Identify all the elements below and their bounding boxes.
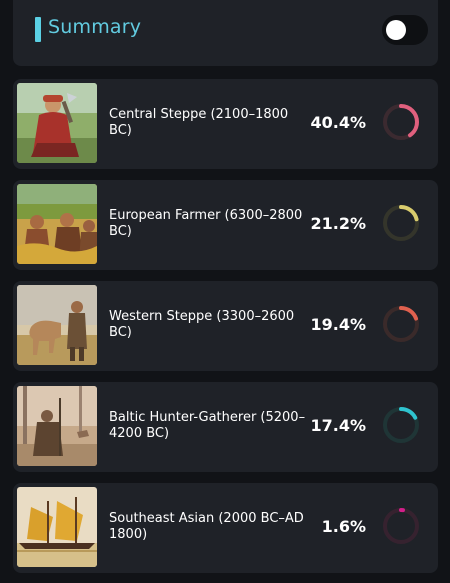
ancestry-row-baltic-hunter-gatherer[interactable]: Baltic Hunter-Gatherer (5200–4200 BC) 17… — [13, 382, 438, 472]
horseman-icon — [17, 285, 97, 365]
donut-track — [383, 508, 419, 544]
summary-title: Summary — [48, 16, 142, 38]
percentage-donut — [381, 405, 421, 445]
farmers-icon — [17, 184, 97, 264]
row-percent: 40.4% — [310, 113, 366, 132]
row-label: Western Steppe (3300–2600 BC) — [109, 309, 295, 340]
toggle-knob — [386, 20, 406, 40]
ancestry-row-southeast-asian[interactable]: Southeast Asian (2000 BC–AD 1800) 1.6% — [13, 483, 438, 573]
steppe-woman-icon — [17, 83, 97, 163]
row-percent: 21.2% — [310, 214, 366, 233]
summary-toggle[interactable] — [382, 15, 428, 45]
ancestry-row-western-steppe[interactable]: Western Steppe (3300–2600 BC) 19.4% — [13, 281, 438, 371]
row-label: Southeast Asian (2000 BC–AD 1800) — [109, 511, 304, 542]
row-percent: 1.6% — [321, 517, 366, 536]
percentage-donut — [381, 304, 421, 344]
row-percent: 17.4% — [310, 416, 366, 435]
row-label: European Farmer (6300–2800 BC) — [109, 208, 303, 239]
summary-header: Summary — [13, 0, 438, 66]
row-label: Central Steppe (2100–1800 BC) — [109, 107, 289, 138]
sailboat-icon — [17, 487, 97, 567]
ancestry-row-european-farmer[interactable]: European Farmer (6300–2800 BC) 21.2% — [13, 180, 438, 270]
ancestry-row-central-steppe[interactable]: Central Steppe (2100–1800 BC) 40.4% — [13, 79, 438, 169]
summary-accent-bar — [35, 17, 41, 42]
row-label: Baltic Hunter-Gatherer (5200–4200 BC) — [109, 410, 306, 441]
percentage-donut — [381, 203, 421, 243]
percentage-donut — [381, 506, 421, 546]
row-percent: 19.4% — [310, 315, 366, 334]
percentage-donut — [381, 102, 421, 142]
hunter-icon — [17, 386, 97, 466]
